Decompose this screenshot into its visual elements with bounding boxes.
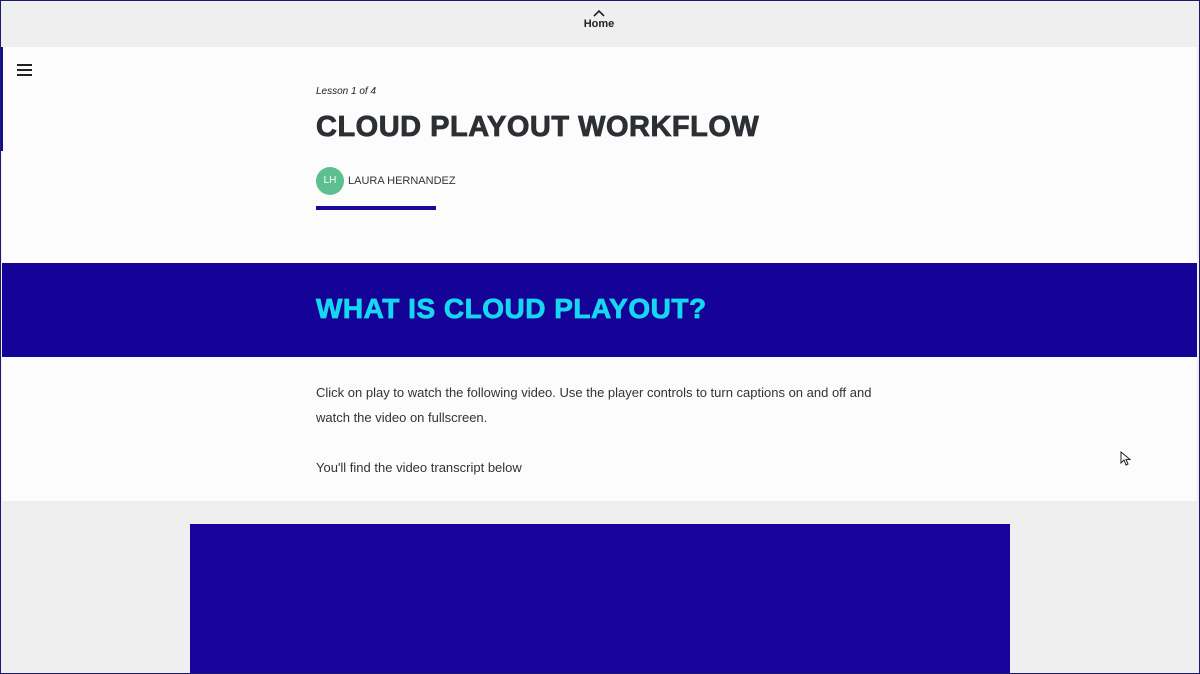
author-name: LAURA HERNANDEZ — [348, 175, 456, 187]
home-button[interactable]: Home — [561, 7, 637, 43]
app-frame: Home Lesson 1 of 4 CLOUD PLAYOUT WORKFLO… — [0, 0, 1200, 674]
title-divider — [316, 206, 436, 210]
author-avatar: LH — [316, 167, 344, 195]
section-heading: WHAT IS CLOUD PLAYOUT? — [316, 293, 707, 325]
top-nav-bar: Home — [1, 1, 1199, 47]
chevron-up-icon — [593, 9, 605, 17]
home-label: Home — [583, 18, 615, 30]
video-instructions-text: Click on play to watch the following vid… — [316, 385, 872, 425]
section-banner: WHAT IS CLOUD PLAYOUT? — [2, 263, 1197, 357]
hamburger-menu-icon[interactable] — [15, 61, 35, 79]
left-accent-bar — [1, 47, 3, 151]
video-player[interactable] — [190, 524, 1010, 673]
lesson-count: Lesson 1 of 4 — [316, 86, 377, 97]
lesson-title: CLOUD PLAYOUT WORKFLOW — [316, 111, 760, 144]
mouse-cursor-icon — [1120, 451, 1132, 466]
transcript-note-text: You'll find the video transcript below — [316, 460, 522, 475]
